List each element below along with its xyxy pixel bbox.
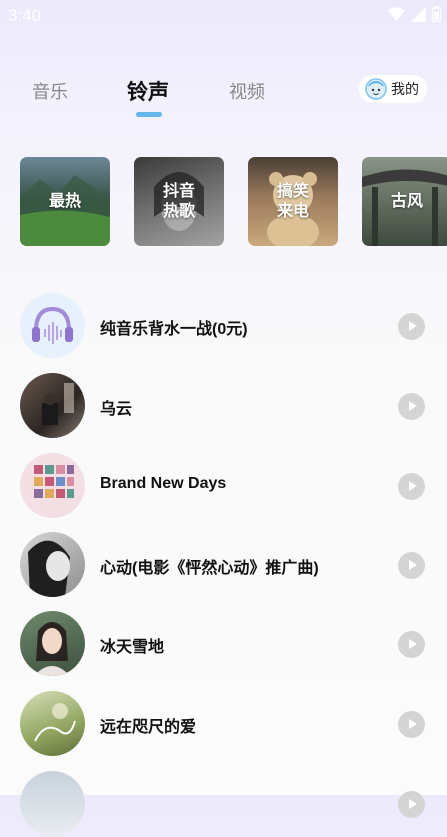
tab-video[interactable]: 视频 [229, 78, 265, 104]
active-tab-indicator [136, 112, 162, 117]
cover-image [42, 383, 74, 425]
status-icons [388, 6, 441, 22]
play-button[interactable] [398, 631, 425, 658]
list-item[interactable]: 远在咫尺的爱 [0, 691, 447, 757]
play-button[interactable] [398, 473, 425, 500]
song-title: 纯音乐背水一战(0元) [100, 321, 248, 338]
headphones-icon [32, 306, 73, 344]
list-item[interactable]: Brand New Days [0, 453, 447, 519]
category-card-ancient-style[interactable]: 古风 [362, 157, 447, 246]
mine-button[interactable]: 我的 [359, 75, 427, 103]
tab-music[interactable]: 音乐 [32, 78, 68, 104]
wifi-icon [388, 7, 405, 21]
song-title: 乌云 [100, 401, 133, 418]
category-label: 最热 [48, 192, 81, 210]
song-cover [20, 691, 85, 756]
song-cover [20, 532, 85, 597]
song-cover [20, 453, 85, 518]
play-button[interactable] [398, 552, 425, 579]
list-item[interactable]: 冰天雪地 [0, 611, 447, 677]
list-item[interactable]: 乌云 [0, 373, 447, 439]
avatar-icon [365, 78, 387, 100]
category-label: 搞笑 来电 [276, 182, 309, 220]
category-card-douyin-hits[interactable]: 抖音 热歌 [134, 157, 224, 246]
signal-icon [411, 6, 426, 22]
list-item[interactable] [0, 771, 447, 837]
category-label: 抖音 热歌 [162, 182, 195, 220]
mine-label: 我的 [391, 81, 419, 97]
battery-icon [432, 6, 441, 22]
category-card-funny-calls[interactable]: 搞笑 来电 [248, 157, 338, 246]
status-bar: 3:40 [0, 0, 447, 30]
song-title: Brand New Days [100, 475, 227, 492]
song-cover [20, 611, 85, 676]
song-cover [20, 771, 85, 836]
cover-image [34, 622, 70, 676]
category-row: 最热 抖音 热歌 搞笑 来电 古风 [0, 157, 447, 247]
cover-image [34, 703, 76, 742]
category-label: 古风 [390, 192, 423, 210]
song-cover [20, 293, 85, 358]
song-title: 远在咫尺的爱 [100, 719, 197, 736]
song-cover [20, 373, 85, 438]
song-title: 心动(电影《怦然心动》推广曲) [100, 560, 319, 577]
play-button[interactable] [398, 791, 425, 818]
song-title: 冰天雪地 [100, 639, 165, 656]
play-button[interactable] [398, 313, 425, 340]
list-item[interactable]: 纯音乐背水一战(0元) [0, 293, 447, 359]
cover-image [28, 540, 70, 597]
play-button[interactable] [398, 711, 425, 738]
play-button[interactable] [398, 393, 425, 420]
status-time: 3:40 [8, 6, 42, 25]
category-card-hottest[interactable]: 最热 [20, 157, 110, 246]
cover-image [34, 465, 74, 498]
tab-ringtone[interactable]: 铃声 [127, 76, 169, 106]
list-item[interactable]: 心动(电影《怦然心动》推广曲) [0, 532, 447, 598]
